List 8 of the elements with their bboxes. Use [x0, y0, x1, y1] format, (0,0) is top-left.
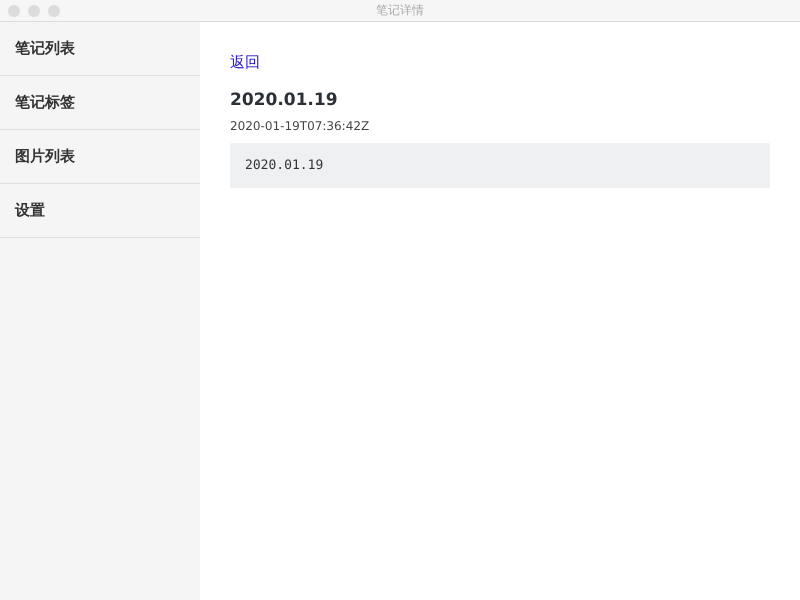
note-body: 2020.01.19: [230, 143, 770, 188]
back-link[interactable]: 返回: [230, 53, 260, 72]
window-control-icon[interactable]: [48, 5, 60, 17]
window-control-icon[interactable]: [28, 5, 40, 17]
window-control-icon[interactable]: [8, 5, 20, 17]
note-title: 2020.01.19: [230, 90, 339, 110]
note-timestamp: 2020-01-19T07:36:42Z: [230, 119, 370, 133]
window-title: 笔记详情: [376, 2, 424, 19]
